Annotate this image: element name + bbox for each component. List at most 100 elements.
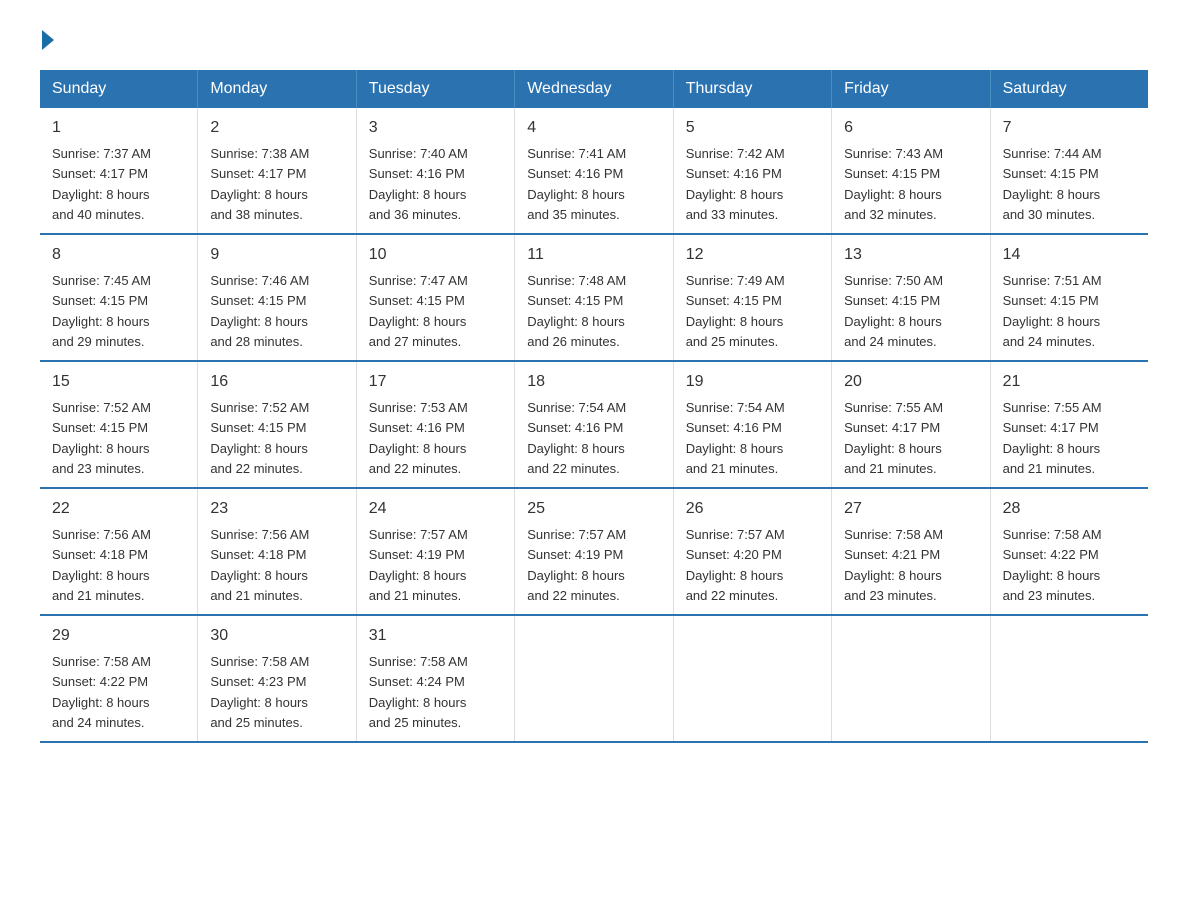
calendar-cell: 21 Sunrise: 7:55 AMSunset: 4:17 PMDaylig… (990, 361, 1148, 488)
day-number: 10 (369, 243, 502, 267)
day-info: Sunrise: 7:47 AMSunset: 4:15 PMDaylight:… (369, 273, 468, 349)
day-number: 20 (844, 370, 977, 394)
calendar-week-row: 1 Sunrise: 7:37 AMSunset: 4:17 PMDayligh… (40, 108, 1148, 234)
day-info: Sunrise: 7:58 AMSunset: 4:22 PMDaylight:… (1003, 527, 1102, 603)
calendar-cell: 23 Sunrise: 7:56 AMSunset: 4:18 PMDaylig… (198, 488, 356, 615)
calendar-cell (515, 615, 673, 742)
day-info: Sunrise: 7:52 AMSunset: 4:15 PMDaylight:… (52, 400, 151, 476)
day-number: 22 (52, 497, 185, 521)
day-number: 21 (1003, 370, 1136, 394)
day-info: Sunrise: 7:41 AMSunset: 4:16 PMDaylight:… (527, 146, 626, 222)
calendar-cell: 22 Sunrise: 7:56 AMSunset: 4:18 PMDaylig… (40, 488, 198, 615)
day-info: Sunrise: 7:58 AMSunset: 4:21 PMDaylight:… (844, 527, 943, 603)
calendar-cell: 26 Sunrise: 7:57 AMSunset: 4:20 PMDaylig… (673, 488, 831, 615)
day-number: 19 (686, 370, 819, 394)
day-info: Sunrise: 7:49 AMSunset: 4:15 PMDaylight:… (686, 273, 785, 349)
day-number: 17 (369, 370, 502, 394)
day-number: 12 (686, 243, 819, 267)
calendar-week-row: 8 Sunrise: 7:45 AMSunset: 4:15 PMDayligh… (40, 234, 1148, 361)
calendar-cell: 17 Sunrise: 7:53 AMSunset: 4:16 PMDaylig… (356, 361, 514, 488)
day-number: 4 (527, 116, 660, 140)
header-friday: Friday (832, 70, 990, 108)
day-info: Sunrise: 7:43 AMSunset: 4:15 PMDaylight:… (844, 146, 943, 222)
day-number: 16 (210, 370, 343, 394)
calendar-cell (832, 615, 990, 742)
day-info: Sunrise: 7:58 AMSunset: 4:23 PMDaylight:… (210, 654, 309, 730)
calendar-cell: 1 Sunrise: 7:37 AMSunset: 4:17 PMDayligh… (40, 108, 198, 234)
calendar-cell: 18 Sunrise: 7:54 AMSunset: 4:16 PMDaylig… (515, 361, 673, 488)
day-number: 25 (527, 497, 660, 521)
calendar-cell: 3 Sunrise: 7:40 AMSunset: 4:16 PMDayligh… (356, 108, 514, 234)
calendar-cell: 10 Sunrise: 7:47 AMSunset: 4:15 PMDaylig… (356, 234, 514, 361)
day-number: 14 (1003, 243, 1136, 267)
calendar-week-row: 22 Sunrise: 7:56 AMSunset: 4:18 PMDaylig… (40, 488, 1148, 615)
calendar-cell: 31 Sunrise: 7:58 AMSunset: 4:24 PMDaylig… (356, 615, 514, 742)
day-number: 18 (527, 370, 660, 394)
day-number: 23 (210, 497, 343, 521)
day-info: Sunrise: 7:56 AMSunset: 4:18 PMDaylight:… (52, 527, 151, 603)
day-info: Sunrise: 7:54 AMSunset: 4:16 PMDaylight:… (686, 400, 785, 476)
calendar-cell: 11 Sunrise: 7:48 AMSunset: 4:15 PMDaylig… (515, 234, 673, 361)
day-info: Sunrise: 7:37 AMSunset: 4:17 PMDaylight:… (52, 146, 151, 222)
day-number: 3 (369, 116, 502, 140)
day-number: 1 (52, 116, 185, 140)
day-info: Sunrise: 7:54 AMSunset: 4:16 PMDaylight:… (527, 400, 626, 476)
day-number: 27 (844, 497, 977, 521)
calendar-table: SundayMondayTuesdayWednesdayThursdayFrid… (40, 70, 1148, 743)
header-saturday: Saturday (990, 70, 1148, 108)
calendar-cell: 2 Sunrise: 7:38 AMSunset: 4:17 PMDayligh… (198, 108, 356, 234)
logo (40, 30, 56, 50)
header-tuesday: Tuesday (356, 70, 514, 108)
header-sunday: Sunday (40, 70, 198, 108)
day-number: 11 (527, 243, 660, 267)
day-info: Sunrise: 7:48 AMSunset: 4:15 PMDaylight:… (527, 273, 626, 349)
calendar-cell: 5 Sunrise: 7:42 AMSunset: 4:16 PMDayligh… (673, 108, 831, 234)
logo-arrow-icon (42, 30, 54, 50)
calendar-cell: 12 Sunrise: 7:49 AMSunset: 4:15 PMDaylig… (673, 234, 831, 361)
calendar-cell (990, 615, 1148, 742)
day-number: 6 (844, 116, 977, 140)
calendar-cell: 24 Sunrise: 7:57 AMSunset: 4:19 PMDaylig… (356, 488, 514, 615)
day-info: Sunrise: 7:55 AMSunset: 4:17 PMDaylight:… (844, 400, 943, 476)
calendar-week-row: 15 Sunrise: 7:52 AMSunset: 4:15 PMDaylig… (40, 361, 1148, 488)
day-info: Sunrise: 7:53 AMSunset: 4:16 PMDaylight:… (369, 400, 468, 476)
day-info: Sunrise: 7:45 AMSunset: 4:15 PMDaylight:… (52, 273, 151, 349)
calendar-cell: 13 Sunrise: 7:50 AMSunset: 4:15 PMDaylig… (832, 234, 990, 361)
header-thursday: Thursday (673, 70, 831, 108)
day-number: 31 (369, 624, 502, 648)
day-info: Sunrise: 7:40 AMSunset: 4:16 PMDaylight:… (369, 146, 468, 222)
calendar-cell: 20 Sunrise: 7:55 AMSunset: 4:17 PMDaylig… (832, 361, 990, 488)
day-number: 2 (210, 116, 343, 140)
calendar-cell: 15 Sunrise: 7:52 AMSunset: 4:15 PMDaylig… (40, 361, 198, 488)
day-number: 7 (1003, 116, 1136, 140)
day-number: 28 (1003, 497, 1136, 521)
day-info: Sunrise: 7:52 AMSunset: 4:15 PMDaylight:… (210, 400, 309, 476)
day-number: 24 (369, 497, 502, 521)
calendar-cell: 30 Sunrise: 7:58 AMSunset: 4:23 PMDaylig… (198, 615, 356, 742)
day-info: Sunrise: 7:56 AMSunset: 4:18 PMDaylight:… (210, 527, 309, 603)
page-header (40, 30, 1148, 50)
day-number: 9 (210, 243, 343, 267)
day-info: Sunrise: 7:58 AMSunset: 4:22 PMDaylight:… (52, 654, 151, 730)
calendar-cell: 8 Sunrise: 7:45 AMSunset: 4:15 PMDayligh… (40, 234, 198, 361)
day-info: Sunrise: 7:44 AMSunset: 4:15 PMDaylight:… (1003, 146, 1102, 222)
day-info: Sunrise: 7:51 AMSunset: 4:15 PMDaylight:… (1003, 273, 1102, 349)
calendar-cell: 28 Sunrise: 7:58 AMSunset: 4:22 PMDaylig… (990, 488, 1148, 615)
day-info: Sunrise: 7:57 AMSunset: 4:20 PMDaylight:… (686, 527, 785, 603)
calendar-cell: 29 Sunrise: 7:58 AMSunset: 4:22 PMDaylig… (40, 615, 198, 742)
day-info: Sunrise: 7:57 AMSunset: 4:19 PMDaylight:… (369, 527, 468, 603)
calendar-cell: 7 Sunrise: 7:44 AMSunset: 4:15 PMDayligh… (990, 108, 1148, 234)
calendar-cell (673, 615, 831, 742)
day-info: Sunrise: 7:38 AMSunset: 4:17 PMDaylight:… (210, 146, 309, 222)
day-info: Sunrise: 7:46 AMSunset: 4:15 PMDaylight:… (210, 273, 309, 349)
calendar-cell: 4 Sunrise: 7:41 AMSunset: 4:16 PMDayligh… (515, 108, 673, 234)
day-number: 13 (844, 243, 977, 267)
calendar-cell: 25 Sunrise: 7:57 AMSunset: 4:19 PMDaylig… (515, 488, 673, 615)
calendar-cell: 27 Sunrise: 7:58 AMSunset: 4:21 PMDaylig… (832, 488, 990, 615)
day-number: 8 (52, 243, 185, 267)
day-info: Sunrise: 7:58 AMSunset: 4:24 PMDaylight:… (369, 654, 468, 730)
calendar-cell: 9 Sunrise: 7:46 AMSunset: 4:15 PMDayligh… (198, 234, 356, 361)
day-number: 26 (686, 497, 819, 521)
day-info: Sunrise: 7:55 AMSunset: 4:17 PMDaylight:… (1003, 400, 1102, 476)
calendar-cell: 16 Sunrise: 7:52 AMSunset: 4:15 PMDaylig… (198, 361, 356, 488)
